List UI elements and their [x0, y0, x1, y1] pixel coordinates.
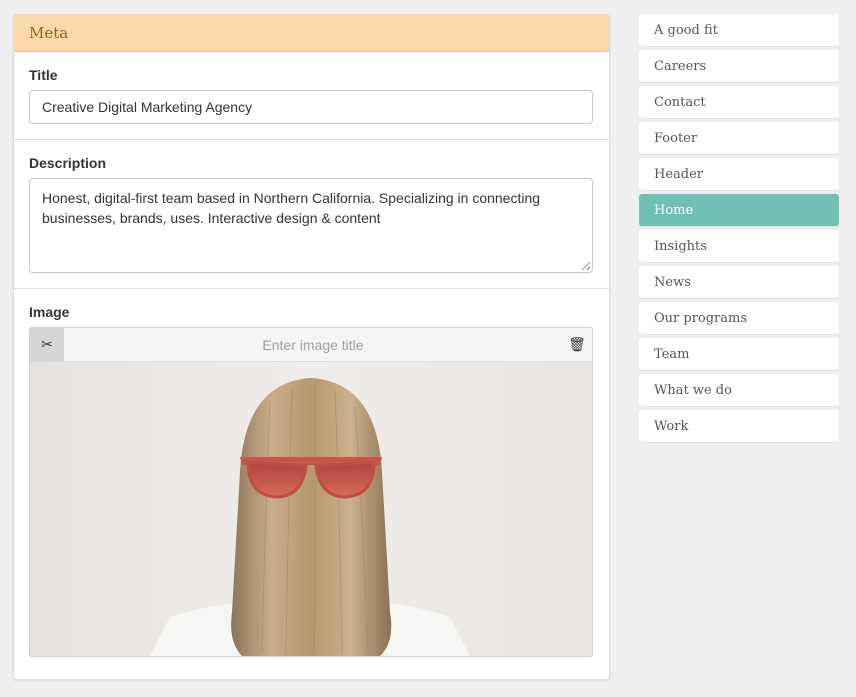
image-preview — [30, 362, 592, 656]
description-line-2: businesses, brands, uses. Interactive de… — [42, 210, 381, 226]
sidebar-item-careers[interactable]: Careers — [639, 50, 839, 82]
image-toolbar: ✂ Enter image title 🗑 — [30, 328, 592, 362]
delete-image-button[interactable]: 🗑 — [562, 336, 592, 353]
title-input[interactable]: Creative Digital Marketing Agency — [29, 90, 593, 124]
sidebar-item-our-programs[interactable]: Our programs — [639, 302, 839, 334]
trash-icon: 🗑 — [568, 336, 586, 352]
description-section: Description Honest, digital-first team b… — [14, 140, 609, 289]
meta-panel: Meta Title Creative Digital Marketing Ag… — [13, 14, 610, 680]
title-label: Title — [29, 67, 58, 83]
title-input-value: Creative Digital Marketing Agency — [42, 99, 253, 115]
image-field: ✂ Enter image title 🗑 — [29, 327, 593, 657]
description-textarea[interactable]: Honest, digital-first team based in Nort… — [29, 178, 593, 273]
description-line-1: Honest, digital-first team based in Nort… — [42, 190, 541, 206]
description-label: Description — [29, 155, 107, 171]
meta-panel-header: Meta — [14, 15, 609, 52]
sidebar-item-a-good-fit[interactable]: A good fit — [639, 14, 839, 46]
sidebar-item-news[interactable]: News — [639, 266, 839, 298]
sidebar-item-contact[interactable]: Contact — [639, 86, 839, 118]
sidebar-item-home[interactable]: Home — [639, 194, 839, 226]
sidebar-item-insights[interactable]: Insights — [639, 230, 839, 262]
sidebar: A good fit Careers Contact Footer Header… — [639, 14, 839, 446]
sidebar-item-footer[interactable]: Footer — [639, 122, 839, 154]
image-section: Image ✂ Enter image title 🗑 — [14, 289, 609, 672]
crop-button[interactable]: ✂ — [30, 328, 64, 361]
sidebar-item-team[interactable]: Team — [639, 338, 839, 370]
image-label: Image — [29, 304, 70, 320]
resize-grip-icon[interactable] — [582, 262, 590, 270]
scissors-icon: ✂ — [41, 336, 53, 352]
sidebar-item-work[interactable]: Work — [639, 410, 839, 442]
sidebar-item-header[interactable]: Header — [639, 158, 839, 190]
title-section: Title Creative Digital Marketing Agency — [14, 52, 609, 140]
image-title-input[interactable]: Enter image title — [64, 337, 562, 353]
sidebar-item-what-we-do[interactable]: What we do — [639, 374, 839, 406]
